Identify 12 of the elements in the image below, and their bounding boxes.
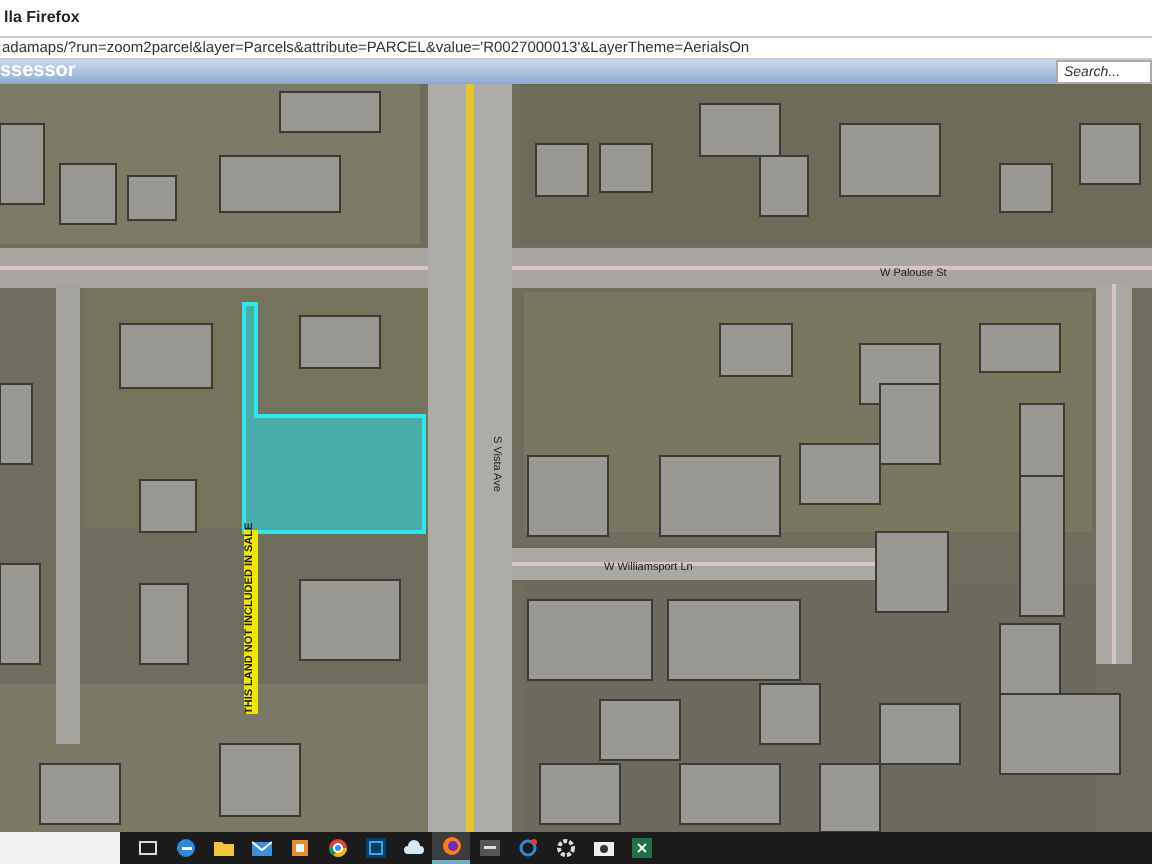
taskview-icon bbox=[137, 838, 157, 858]
document-icon bbox=[289, 838, 309, 858]
refresh-icon bbox=[517, 838, 537, 858]
cloud-icon bbox=[403, 838, 423, 858]
fox-logo-icon bbox=[441, 836, 461, 856]
spreadsheet-icon bbox=[631, 838, 651, 858]
square-logo-icon bbox=[365, 838, 385, 858]
camera-icon bbox=[593, 838, 613, 858]
envelope-icon bbox=[251, 838, 271, 858]
folder-icon bbox=[213, 838, 233, 858]
circle-logo-icon bbox=[327, 838, 347, 858]
app-title: ssessor bbox=[0, 60, 76, 84]
